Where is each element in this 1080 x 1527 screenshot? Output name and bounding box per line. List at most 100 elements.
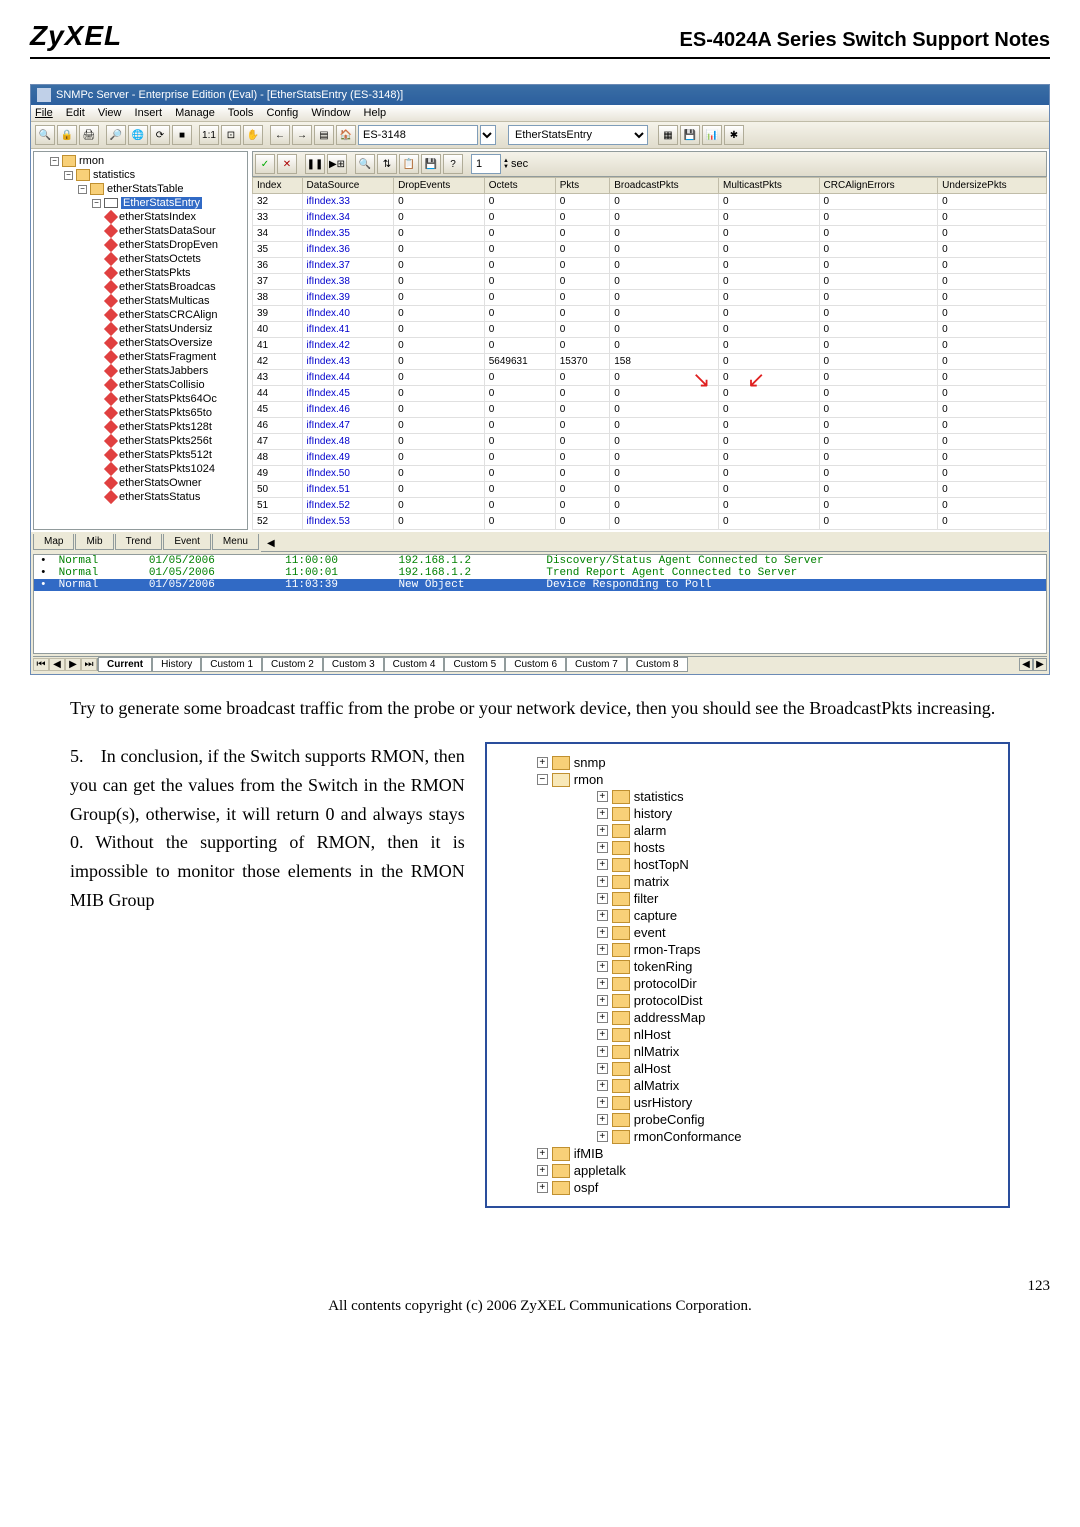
mib-tree-panel[interactable]: −rmon −statistics −etherStatsTable −Ethe… [33, 151, 248, 530]
col-header[interactable]: Pkts [555, 178, 610, 194]
table-row[interactable]: 40ifIndex.410000000 [253, 322, 1047, 338]
mib-node[interactable]: +matrix [497, 873, 998, 890]
mib-node[interactable]: +protocolDist [497, 992, 998, 1009]
panel-tab[interactable]: Menu [212, 534, 259, 550]
tree-leaf[interactable]: etherStatsFragment [36, 350, 245, 364]
col-header[interactable]: BroadcastPkts [610, 178, 719, 194]
fit-icon[interactable]: ⊡ [221, 125, 241, 145]
table-row[interactable]: 43ifIndex.440000000 [253, 370, 1047, 386]
tree-leaf[interactable]: etherStatsPkts1024 [36, 462, 245, 476]
tb-sun-icon[interactable]: ✱ [724, 125, 744, 145]
mib-node[interactable]: +statistics [497, 788, 998, 805]
col-header[interactable]: CRCAlignErrors [819, 178, 938, 194]
interval-input[interactable] [471, 154, 501, 174]
tree-etherstatsentry[interactable]: −EtherStatsEntry [36, 196, 245, 210]
device-dropdown[interactable] [480, 125, 496, 145]
col-header[interactable]: Index [253, 178, 303, 194]
mib-node[interactable]: +rmonConformance [497, 1128, 998, 1145]
scale-icon[interactable]: 1:1 [199, 125, 219, 145]
tree-leaf[interactable]: etherStatsCRCAlign [36, 308, 245, 322]
home-icon[interactable]: 🏠 [336, 125, 356, 145]
sheet-tab[interactable]: Custom 3 [323, 657, 384, 672]
mib-node[interactable]: +nlHost [497, 1026, 998, 1043]
menu-view[interactable]: View [98, 107, 122, 119]
sheet-tab[interactable]: Custom 5 [444, 657, 505, 672]
pause-icon[interactable]: ❚❚ [305, 154, 325, 174]
tree-leaf[interactable]: etherStatsPkts128t [36, 420, 245, 434]
tree-leaf[interactable]: etherStatsMulticas [36, 294, 245, 308]
mib-node[interactable]: +history [497, 805, 998, 822]
table-row[interactable]: 39ifIndex.400000000 [253, 306, 1047, 322]
save2-icon[interactable]: 💾 [421, 154, 441, 174]
table-row[interactable]: 34ifIndex.350000000 [253, 226, 1047, 242]
mib-node[interactable]: +alarm [497, 822, 998, 839]
world-icon[interactable]: 🌐 [128, 125, 148, 145]
tree-leaf[interactable]: etherStatsIndex [36, 210, 245, 224]
find-icon[interactable]: 🔍 [35, 125, 55, 145]
apply-icon[interactable]: ✓ [255, 154, 275, 174]
sheet-tab[interactable]: Custom 1 [201, 657, 262, 672]
tb-chart-icon[interactable]: 📊 [702, 125, 722, 145]
mib-node[interactable]: +protocolDir [497, 975, 998, 992]
mib-node[interactable]: +event [497, 924, 998, 941]
table-row[interactable]: 45ifIndex.460000000 [253, 402, 1047, 418]
menu-tools[interactable]: Tools [228, 107, 254, 119]
mib-node[interactable]: +nlMatrix [497, 1043, 998, 1060]
mib-node[interactable]: +tokenRing [497, 958, 998, 975]
up-icon[interactable]: ▤ [314, 125, 334, 145]
help2-icon[interactable]: ? [443, 154, 463, 174]
table-row[interactable]: 52ifIndex.530000000 [253, 514, 1047, 530]
menu-window[interactable]: Window [311, 107, 350, 119]
tree-leaf[interactable]: etherStatsBroadcas [36, 280, 245, 294]
tb-grid-icon[interactable]: ▦ [658, 125, 678, 145]
table-row[interactable]: 37ifIndex.380000000 [253, 274, 1047, 290]
menu-manage[interactable]: Manage [175, 107, 215, 119]
tree-leaf[interactable]: etherStatsOctets [36, 252, 245, 266]
tree-leaf[interactable]: etherStatsPkts512t [36, 448, 245, 462]
table-row[interactable]: 44ifIndex.450000000 [253, 386, 1047, 402]
sheet-tab[interactable]: History [152, 657, 201, 672]
table-row[interactable]: 41ifIndex.420000000 [253, 338, 1047, 354]
panel-tab[interactable]: Trend [115, 534, 163, 550]
log-row[interactable]: •Normal01/05/200611:03:39New ObjectDevic… [34, 579, 1046, 591]
filter-icon[interactable]: 🔍 [355, 154, 375, 174]
panel-tab[interactable]: Map [33, 534, 74, 550]
tree-statistics[interactable]: −statistics [36, 168, 245, 182]
mib-node[interactable]: +filter [497, 890, 998, 907]
mib-node[interactable]: +hostTopN [497, 856, 998, 873]
sheet-tab[interactable]: Custom 6 [505, 657, 566, 672]
tb-save-icon[interactable]: 💾 [680, 125, 700, 145]
tree-leaf[interactable]: etherStatsPkts256t [36, 434, 245, 448]
device-input[interactable] [358, 125, 478, 145]
tree-etherstatstable[interactable]: −etherStatsTable [36, 182, 245, 196]
menubar[interactable]: File Edit View Insert Manage Tools Confi… [31, 105, 1049, 122]
col-header[interactable]: DataSource [302, 178, 394, 194]
table-row[interactable]: 48ifIndex.490000000 [253, 450, 1047, 466]
log-row[interactable]: •Normal01/05/200611:00:01192.168.1.2Tren… [34, 567, 1046, 579]
table-row[interactable]: 36ifIndex.370000000 [253, 258, 1047, 274]
stop-icon[interactable]: ■ [172, 125, 192, 145]
mib-node[interactable]: +alHost [497, 1060, 998, 1077]
table-row[interactable]: 50ifIndex.510000000 [253, 482, 1047, 498]
col-header[interactable]: MulticastPkts [719, 178, 820, 194]
entry-select[interactable]: EtherStatsEntry [508, 125, 648, 145]
panel-tab[interactable]: Event [163, 534, 211, 550]
table-row[interactable]: 47ifIndex.480000000 [253, 434, 1047, 450]
pan-icon[interactable]: ✋ [243, 125, 263, 145]
tree-leaf[interactable]: etherStatsPkts64Oc [36, 392, 245, 406]
refresh-icon[interactable]: ⟳ [150, 125, 170, 145]
back-icon[interactable]: ← [270, 125, 290, 145]
mib-node[interactable]: +hosts [497, 839, 998, 856]
mib-node[interactable]: +appletalk [497, 1162, 998, 1179]
cancel-icon[interactable]: ✕ [277, 154, 297, 174]
forward-icon[interactable]: → [292, 125, 312, 145]
tree-leaf[interactable]: etherStatsDropEven [36, 238, 245, 252]
tree-leaf[interactable]: etherStatsOwner [36, 476, 245, 490]
mib-node[interactable]: +probeConfig [497, 1111, 998, 1128]
event-log[interactable]: •Normal01/05/200611:00:00192.168.1.2Disc… [33, 554, 1047, 654]
sheet-tabs[interactable]: ⏮◀▶⏭ CurrentHistoryCustom 1Custom 2Custo… [33, 656, 1047, 672]
log-row[interactable]: •Normal01/05/200611:00:00192.168.1.2Disc… [34, 555, 1046, 567]
table-row[interactable]: 32ifIndex.330000000 [253, 194, 1047, 210]
sheet-tab[interactable]: Current [98, 657, 152, 672]
col-header[interactable]: DropEvents [394, 178, 485, 194]
